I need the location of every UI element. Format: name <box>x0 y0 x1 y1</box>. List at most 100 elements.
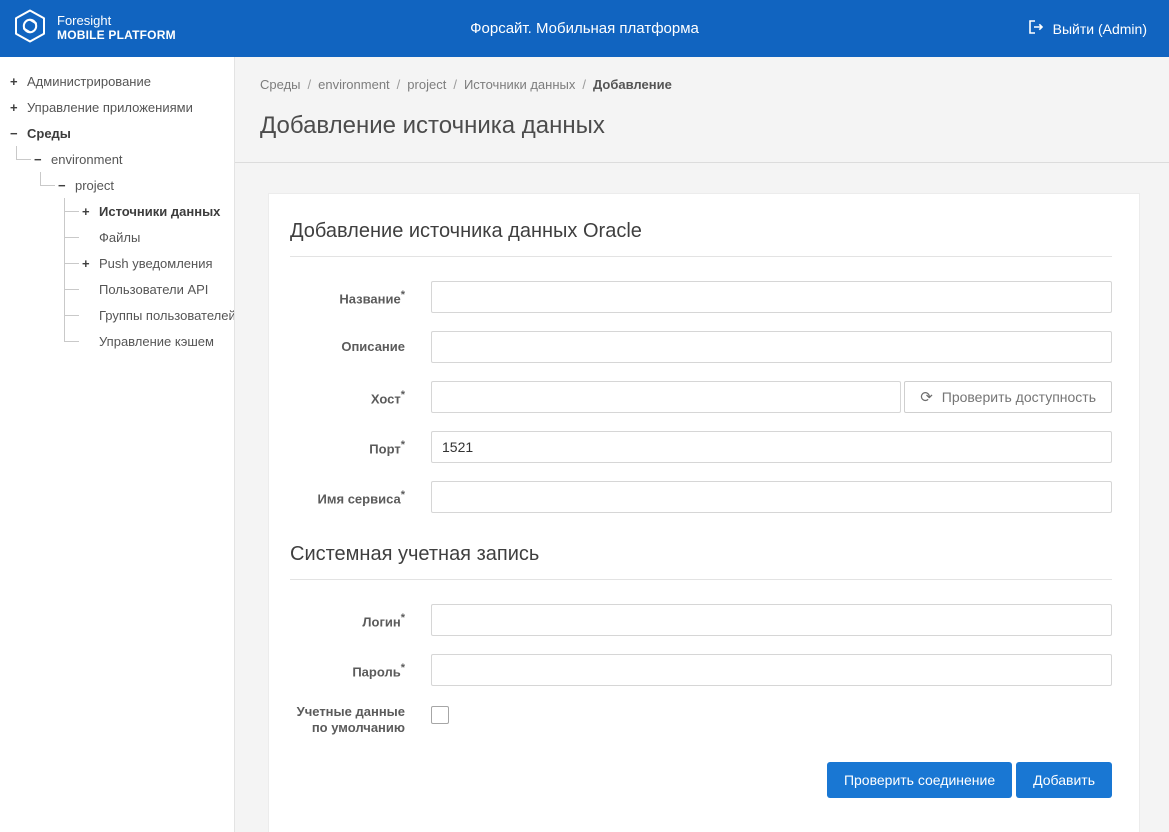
tree-item-data-sources: + Источники данных <box>82 198 226 224</box>
login-label: Логин* <box>290 610 405 630</box>
required-marker: * <box>401 612 405 624</box>
tree-item-project: − project + Источники данных <box>58 172 226 354</box>
login-label-text: Логин <box>362 614 400 629</box>
oracle-section-title: Добавление источника данных Oracle <box>290 220 1112 257</box>
password-label: Пароль* <box>290 660 405 680</box>
required-marker: * <box>401 389 405 401</box>
collapse-icon[interactable]: − <box>58 178 73 193</box>
logout-label: Выйти (Admin) <box>1053 21 1147 37</box>
form-row-description: Описание <box>290 331 1112 363</box>
password-field[interactable] <box>431 654 1112 686</box>
breadcrumb-item-data-sources[interactable]: Источники данных <box>464 77 575 92</box>
breadcrumb-item-environments[interactable]: Среды <box>260 77 301 92</box>
sidebar-item-files[interactable]: Файлы <box>82 224 226 250</box>
sidebar-item-push[interactable]: + Push уведомления <box>82 250 226 276</box>
sidebar-item-app-management[interactable]: + Управление приложениями <box>10 94 226 120</box>
service-name-label-text: Имя сервиса <box>318 491 401 506</box>
port-label-text: Порт <box>369 441 400 456</box>
description-field[interactable] <box>431 331 1112 363</box>
collapse-icon[interactable]: − <box>10 126 25 141</box>
required-marker: * <box>401 439 405 451</box>
sidebar-item-user-groups[interactable]: Группы пользователей <box>82 302 226 328</box>
expand-icon[interactable]: + <box>82 256 97 271</box>
collapse-icon[interactable]: − <box>34 152 49 167</box>
login-field[interactable] <box>431 604 1112 636</box>
sidebar-item-administration[interactable]: + Администрирование <box>10 68 226 94</box>
tree-item-user-groups: Группы пользователей <box>82 302 226 328</box>
top-header: Foresight MOBILE PLATFORM Форсайт. Мобил… <box>0 0 1169 57</box>
sidebar-item-label: Управление кэшем <box>97 334 214 349</box>
logout-button[interactable]: Выйти (Admin) <box>1027 19 1169 38</box>
sidebar-item-api-users[interactable]: Пользователи API <box>82 276 226 302</box>
tree-item-push: + Push уведомления <box>82 250 226 276</box>
sidebar-item-label: Группы пользователей <box>97 308 235 323</box>
breadcrumb-separator: / <box>397 77 401 92</box>
main-content: Среды / environment / project / Источник… <box>235 57 1169 832</box>
description-label-text: Описание <box>341 339 405 354</box>
description-label: Описание <box>290 339 405 355</box>
sidebar-item-environments[interactable]: − Среды <box>10 120 226 146</box>
breadcrumb-separator: / <box>582 77 586 92</box>
sidebar-item-label: Среды <box>25 126 71 141</box>
form-row-host: Хост* ⟳ Проверить доступность <box>290 381 1112 413</box>
sidebar-item-cache[interactable]: Управление кэшем <box>82 328 226 354</box>
required-marker: * <box>401 489 405 501</box>
sidebar-item-label: Файлы <box>97 230 140 245</box>
account-section-title: Системная учетная запись <box>290 543 1112 580</box>
breadcrumb-item-project[interactable]: project <box>407 77 446 92</box>
sidebar-item-label: Push уведомления <box>97 256 213 271</box>
form-row-name: Название* <box>290 281 1112 313</box>
tree-children-environments: − environment − project <box>16 146 226 354</box>
host-label: Хост* <box>290 387 405 407</box>
sidebar-item-label: environment <box>49 152 123 167</box>
logout-icon <box>1027 19 1044 38</box>
check-availability-button[interactable]: ⟳ Проверить доступность <box>904 381 1112 413</box>
tree-item-api-users: Пользователи API <box>82 276 226 302</box>
sidebar-item-label: Администрирование <box>25 74 151 89</box>
expand-icon[interactable]: + <box>10 74 25 89</box>
sidebar-item-project[interactable]: − project <box>58 172 226 198</box>
test-connection-button[interactable]: Проверить соединение <box>827 762 1012 798</box>
service-name-field[interactable] <box>431 481 1112 513</box>
form-row-service: Имя сервиса* <box>290 481 1112 513</box>
check-availability-label: Проверить доступность <box>942 389 1096 405</box>
tree-item-cache: Управление кэшем <box>82 328 226 354</box>
host-field[interactable] <box>431 381 901 413</box>
title-divider <box>235 162 1169 163</box>
breadcrumb-item-environment[interactable]: environment <box>318 77 390 92</box>
breadcrumb: Среды / environment / project / Источник… <box>260 77 1139 92</box>
breadcrumb-separator: / <box>453 77 457 92</box>
sidebar-item-environment[interactable]: − environment <box>34 146 226 172</box>
name-label: Название* <box>290 287 405 307</box>
sidebar-item-label: Пользователи API <box>97 282 208 297</box>
port-field[interactable] <box>431 431 1112 463</box>
form-card: Добавление источника данных Oracle Назва… <box>268 193 1140 832</box>
logo-text: Foresight MOBILE PLATFORM <box>57 14 176 43</box>
breadcrumb-separator: / <box>308 77 312 92</box>
sidebar-item-data-sources[interactable]: + Источники данных <box>82 198 226 224</box>
service-name-label: Имя сервиса* <box>290 487 405 507</box>
form-actions: Проверить соединение Добавить <box>290 762 1112 798</box>
default-credentials-checkbox[interactable] <box>431 706 449 724</box>
required-marker: * <box>401 662 405 674</box>
nav-tree: + Администрирование + Управление приложе… <box>0 57 234 354</box>
foresight-logo-icon <box>12 8 48 49</box>
tree-item-environments: − Среды − environment − pr <box>10 120 226 354</box>
expand-icon[interactable]: + <box>10 100 25 115</box>
sidebar-item-label: Источники данных <box>97 204 220 219</box>
logo-line1: Foresight <box>57 14 176 29</box>
required-marker: * <box>401 289 405 301</box>
refresh-icon: ⟳ <box>920 388 933 406</box>
logo[interactable]: Foresight MOBILE PLATFORM <box>0 8 176 49</box>
expand-icon[interactable]: + <box>82 204 97 219</box>
tree-children-project: + Источники данных Файлы <box>64 198 226 354</box>
sidebar: + Администрирование + Управление приложе… <box>0 57 235 832</box>
name-field[interactable] <box>431 281 1112 313</box>
add-button[interactable]: Добавить <box>1016 762 1112 798</box>
form-row-password: Пароль* <box>290 654 1112 686</box>
default-credentials-label: Учетные данные по умолчанию <box>290 704 405 736</box>
name-label-text: Название <box>339 291 400 306</box>
form-row-default-credentials: Учетные данные по умолчанию <box>290 704 1112 736</box>
tree-children-environment: − project + Источники данных <box>40 172 226 354</box>
host-label-text: Хост <box>371 391 401 406</box>
